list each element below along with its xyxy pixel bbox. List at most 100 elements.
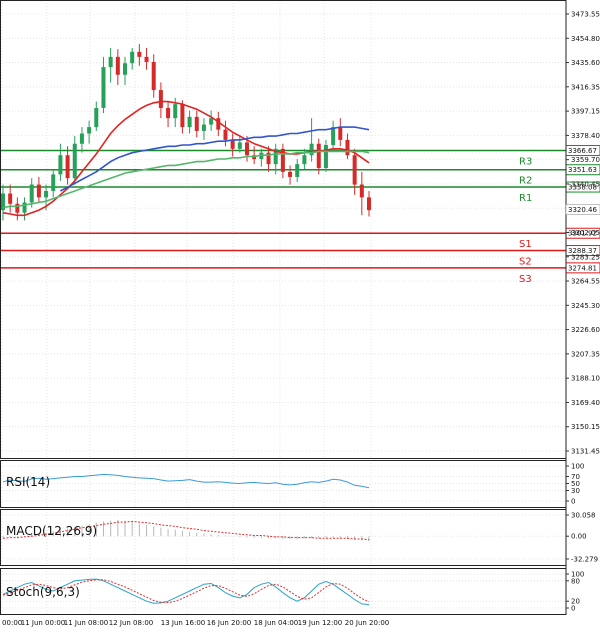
y-tick-label: 3207.35 xyxy=(571,350,600,358)
level-label-r2: R2 xyxy=(519,176,532,187)
ma-red-line xyxy=(2,100,370,217)
candle-up xyxy=(130,51,135,64)
candle-down xyxy=(115,56,120,75)
rsi-panel-title: RSI(14) xyxy=(6,475,50,489)
level-label-s1: S1 xyxy=(519,239,532,250)
candle-down xyxy=(230,139,235,149)
y-tick-label: 3264.55 xyxy=(571,278,600,286)
candle-up xyxy=(108,56,113,68)
candle-down xyxy=(166,107,171,119)
pivot-levels: 3366.67R33351.63R23338.08R13301.92S13288… xyxy=(0,145,600,285)
candle-up xyxy=(173,104,178,119)
y-tick-label: 3131.45 xyxy=(571,448,600,456)
y-tick-label: 3378.40 xyxy=(571,132,600,140)
panel-border xyxy=(0,568,567,615)
x-tick-label: 20 Jun 20:00 xyxy=(345,619,389,627)
y-tick-label: 3359.70 xyxy=(571,156,600,164)
x-tick-label: 24 Jun 00:00 xyxy=(0,619,22,627)
candle-up xyxy=(51,174,56,191)
candle-up xyxy=(209,118,214,125)
candle-down xyxy=(144,56,149,62)
candle-down xyxy=(15,203,20,213)
y-tick-label: 3245.30 xyxy=(571,302,600,310)
candle-up xyxy=(123,63,127,75)
y-tick-label: 3283.25 xyxy=(571,253,600,261)
candle-up xyxy=(29,184,34,203)
candle-down xyxy=(158,90,163,108)
candle-up xyxy=(295,164,300,177)
macd-tick-label: 30.058 xyxy=(571,512,596,520)
candle-up xyxy=(79,133,84,144)
macd-panel-title: MACD(12,26,9) xyxy=(6,524,97,538)
candle-down xyxy=(151,61,156,91)
rsi-tick-label: 0 xyxy=(571,498,575,506)
y-tick-label: 3454.80 xyxy=(571,35,600,43)
candle-up xyxy=(101,67,106,108)
macd-tick-label: 0.00 xyxy=(571,533,587,541)
rsi-tick-label: 30 xyxy=(571,487,580,495)
rsi-tick-label: 100 xyxy=(571,463,584,471)
candle-up xyxy=(302,155,307,165)
chart-canvas: 3366.67R33351.63R23338.08R13301.92S13288… xyxy=(0,0,600,627)
candle-up xyxy=(237,142,242,149)
x-tick-label: 11 Jun 00:00 xyxy=(21,619,65,627)
y-tick-label: 3416.35 xyxy=(571,83,600,91)
stoch-tick-label: 80 xyxy=(571,577,580,585)
level-label-r1: R1 xyxy=(519,193,532,204)
current-price-label: 3320.46 xyxy=(568,206,597,214)
candle-up xyxy=(58,155,63,175)
level-tag-r3: 3366.67 xyxy=(568,147,597,155)
y-tick-label: 3226.60 xyxy=(571,326,600,334)
candle-up xyxy=(94,107,99,128)
candle-down xyxy=(316,143,321,168)
stoch-tick-label: 0 xyxy=(571,605,575,613)
candle-down xyxy=(36,184,41,198)
macd-tick-label: -32.279 xyxy=(571,556,598,564)
candle-down xyxy=(338,127,343,140)
candle-up xyxy=(323,144,328,168)
y-tick-label: 3150.15 xyxy=(571,423,600,431)
y-tick-label: 3188.10 xyxy=(571,375,600,383)
candle-down xyxy=(8,193,13,204)
y-tick-label: 3302.05 xyxy=(571,229,600,237)
candle-down xyxy=(367,197,371,211)
candle-down xyxy=(245,142,249,156)
candle-down xyxy=(352,155,357,185)
candle-down xyxy=(180,104,185,128)
candle-down xyxy=(65,155,70,179)
level-label-s2: S2 xyxy=(519,257,532,268)
x-tick-label: 16 Jun 20:00 xyxy=(207,619,251,627)
panel-border xyxy=(0,0,567,459)
level-tag-s3: 3274.81 xyxy=(568,264,597,272)
level-tag-r2: 3351.63 xyxy=(568,166,597,174)
y-tick-label: 3340.45 xyxy=(571,180,600,188)
candle-up xyxy=(87,127,92,134)
price-axis: 3473.55 3454.80 3435.60 3416.35 3397.15 3378.… xyxy=(565,11,600,613)
x-tick-label: 19 Jun 12:00 xyxy=(298,619,342,627)
candle-down xyxy=(137,51,142,57)
moving-averages xyxy=(2,100,370,217)
x-tick-label: 13 Jun 16:00 xyxy=(161,619,205,627)
candle-up xyxy=(201,124,206,131)
price-candles xyxy=(1,44,371,221)
grid-lines xyxy=(0,0,566,614)
candle-up xyxy=(187,116,192,128)
time-axis: 16:0011 Jun 00:0011 Jun 08:0012 Jun 08:0… xyxy=(0,619,389,627)
y-tick-label: 3169.40 xyxy=(571,399,600,407)
candle-down xyxy=(194,116,199,131)
candle-down xyxy=(288,171,293,177)
candle-up xyxy=(72,143,77,179)
candle-down xyxy=(223,129,228,140)
x-tick-label: 18 Jun 04:00 xyxy=(254,619,298,627)
candle-up xyxy=(44,190,49,198)
level-label-r3: R3 xyxy=(519,157,532,168)
x-tick-label: 12 Jun 08:00 xyxy=(109,619,153,627)
candle-down xyxy=(359,184,364,198)
candle-down xyxy=(345,139,350,156)
y-tick-label: 3473.55 xyxy=(571,11,600,19)
stoch-panel-title: Stoch(9,6,3) xyxy=(6,585,80,599)
candle-up xyxy=(331,127,336,145)
y-tick-label: 3397.15 xyxy=(571,108,600,116)
y-tick-label: 3435.60 xyxy=(571,59,600,67)
panel-frames xyxy=(0,0,567,615)
